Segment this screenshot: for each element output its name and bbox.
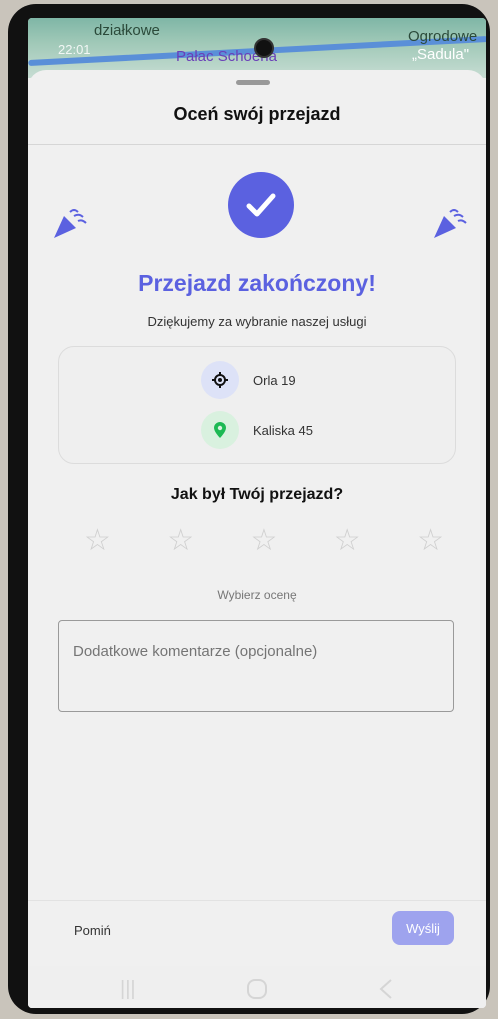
- system-nav-bar: |||: [28, 966, 486, 1008]
- ride-completed-title: Przejazd zakończony!: [138, 270, 376, 296]
- star-4-icon[interactable]: ☆: [334, 526, 361, 556]
- action-footer: Pomiń Wyślij: [28, 900, 486, 967]
- camera-cutout: [254, 38, 274, 58]
- map-label: Ogrodowe: [408, 28, 478, 45]
- map-pin-icon: [201, 411, 239, 449]
- party-popper-icon: [434, 209, 467, 238]
- phone-frame: działkowe Pałac Schoena Ogrodowe „Sadula…: [8, 4, 490, 1014]
- target-icon: [201, 361, 239, 399]
- back-icon[interactable]: [378, 978, 394, 1006]
- status-time: 22:01: [58, 42, 91, 57]
- rating-question: Jak był Twój przejazd?: [170, 486, 344, 503]
- star-3-icon[interactable]: ☆: [251, 526, 278, 556]
- success-check-icon: [228, 172, 294, 238]
- rating-hint: Wybierz ocenę: [217, 588, 297, 602]
- map-label: „Sadula": [412, 46, 470, 63]
- divider: [28, 144, 486, 145]
- origin-address: Orla 19: [253, 372, 296, 388]
- route-origin-row: Orla 19: [201, 361, 296, 399]
- star-5-icon[interactable]: ☆: [417, 526, 444, 556]
- skip-button[interactable]: Pomiń: [74, 923, 111, 938]
- route-summary-card: Orla 19 Kaliska 45: [58, 346, 456, 464]
- rating-sheet: Oceń swój przejazd Przejazd zakończony!: [28, 70, 486, 1008]
- star-2-icon[interactable]: ☆: [167, 526, 194, 556]
- home-icon[interactable]: [246, 978, 268, 1006]
- star-1-icon[interactable]: ☆: [84, 526, 111, 556]
- party-popper-icon: [54, 209, 87, 238]
- destination-address: Kaliska 45: [253, 422, 313, 438]
- route-destination-row: Kaliska 45: [201, 411, 313, 449]
- recent-apps-icon[interactable]: |||: [120, 978, 136, 1001]
- star-rating: ☆ ☆ ☆ ☆ ☆: [84, 526, 444, 556]
- thank-you-subtitle: Dziękujemy za wybranie naszej usługi: [147, 314, 367, 329]
- comment-field[interactable]: [58, 620, 454, 712]
- send-button[interactable]: Wyślij: [392, 911, 454, 945]
- drag-handle[interactable]: [236, 80, 270, 85]
- screen: działkowe Pałac Schoena Ogrodowe „Sadula…: [28, 18, 486, 1008]
- sheet-title: Oceń swój przejazd: [173, 104, 341, 124]
- map-label: działkowe: [94, 22, 160, 39]
